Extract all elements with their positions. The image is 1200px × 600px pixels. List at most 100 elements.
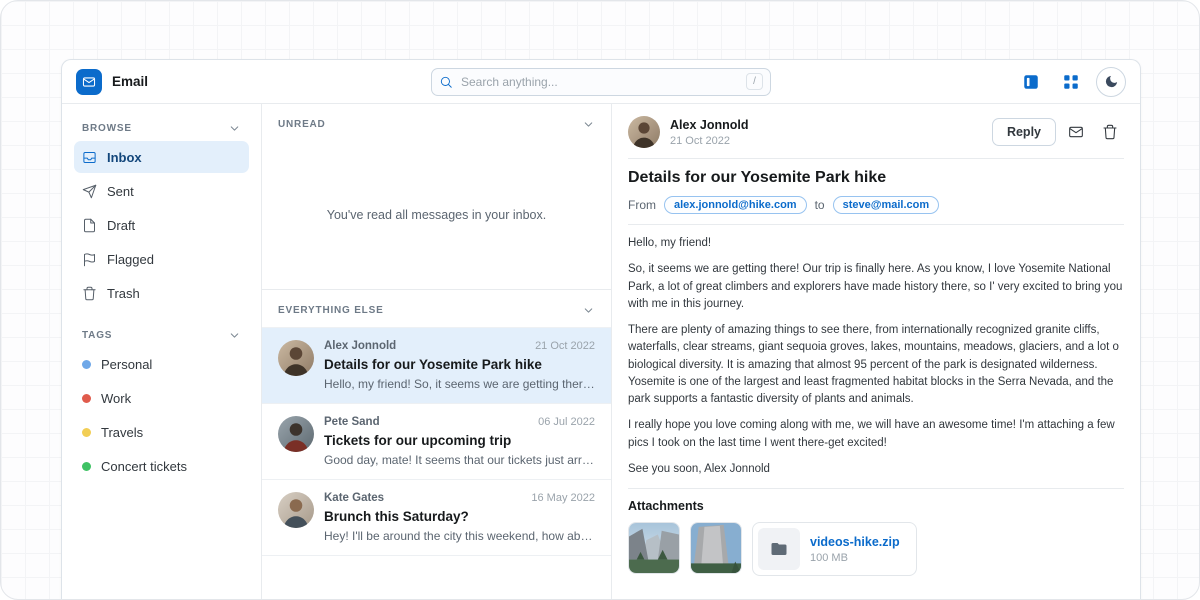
tag-label: Personal: [101, 357, 152, 372]
email-date: 21 Oct 2022: [535, 340, 595, 352]
tag-dot: [82, 360, 91, 369]
email-paragraph: I really hope you love coming along with…: [628, 417, 1124, 452]
email-sender: Kate Gates: [324, 492, 384, 504]
brand: Email: [76, 69, 148, 95]
app-header: Email /: [62, 60, 1140, 104]
trash-icon: [82, 286, 97, 301]
send-icon: [82, 184, 97, 199]
flag-icon: [82, 252, 97, 267]
email-paragraph: Hello, my friend!: [628, 235, 1124, 252]
sidebar-item-inbox[interactable]: Inbox: [74, 141, 249, 173]
browse-section-header[interactable]: BROWSE: [74, 116, 249, 141]
tag-dot: [82, 394, 91, 403]
everything-else-section-label: EVERYTHING ELSE: [278, 305, 384, 316]
from-email-chip[interactable]: alex.jonnold@hike.com: [664, 196, 807, 214]
chevron-down-icon: [228, 329, 241, 342]
detail-actions: Reply: [992, 118, 1124, 146]
email-list-item[interactable]: Alex Jonnold 21 Oct 2022 Details for our…: [262, 328, 611, 404]
attachment-file-name: videos-hike.zip: [810, 535, 900, 549]
tag-dot: [82, 428, 91, 437]
email-list-item[interactable]: Kate Gates 16 May 2022 Brunch this Satur…: [262, 480, 611, 556]
sidebar-item-label: Flagged: [107, 252, 154, 267]
draft-icon: [82, 218, 97, 233]
mail-icon: [1068, 124, 1084, 140]
attachment-file-size: 100 MB: [810, 552, 900, 564]
tag-label: Travels: [101, 425, 143, 440]
attachment-file-info: videos-hike.zip 100 MB: [810, 535, 900, 564]
tags-section-header[interactable]: TAGS: [74, 323, 249, 348]
grid-icon: [1062, 73, 1080, 91]
moon-icon: [1104, 74, 1119, 89]
email-title: Brunch this Saturday?: [324, 509, 595, 524]
panel-toggle-button[interactable]: [1016, 67, 1046, 97]
search-input[interactable]: [459, 74, 740, 90]
sidebar-item-draft[interactable]: Draft: [74, 209, 249, 241]
email-list: Alex Jonnold 21 Oct 2022 Details for our…: [262, 327, 611, 556]
browse-section-label: BROWSE: [82, 123, 132, 134]
email-item-content: Pete Sand 06 Jul 2022 Tickets for our up…: [324, 416, 595, 467]
attachment-file[interactable]: videos-hike.zip 100 MB: [752, 522, 917, 576]
email-item-content: Kate Gates 16 May 2022 Brunch this Satur…: [324, 492, 595, 543]
mark-unread-button[interactable]: [1062, 118, 1090, 146]
avatar: [278, 492, 314, 528]
sidebar-tag-travels[interactable]: Travels: [74, 416, 249, 448]
email-list-pane: UNREAD You've read all messages in your …: [262, 104, 612, 599]
attachment-photo-2[interactable]: [690, 522, 742, 574]
email-date: 06 Jul 2022: [538, 416, 595, 428]
email-list-item[interactable]: Pete Sand 06 Jul 2022 Tickets for our up…: [262, 404, 611, 480]
chevron-down-icon: [228, 122, 241, 135]
divider: [628, 158, 1124, 159]
chevron-down-icon: [582, 118, 595, 131]
from-to-row: From alex.jonnold@hike.com to steve@mail…: [628, 196, 1124, 214]
to-email-chip[interactable]: steve@mail.com: [833, 196, 940, 214]
tag-label: Concert tickets: [101, 459, 187, 474]
apps-grid-button[interactable]: [1056, 67, 1086, 97]
sidebar-item-trash[interactable]: Trash: [74, 277, 249, 309]
sidebar-tag-work[interactable]: Work: [74, 382, 249, 414]
email-app-window: Email /: [61, 59, 1141, 599]
sidebar-tag-personal[interactable]: Personal: [74, 348, 249, 380]
sidebar-tag-concert-tickets[interactable]: Concert tickets: [74, 450, 249, 482]
tag-label: Work: [101, 391, 131, 406]
unread-section-header[interactable]: UNREAD: [262, 104, 611, 141]
email-body: Hello, my friend! So, it seems we are ge…: [628, 235, 1124, 478]
to-label: to: [815, 198, 825, 212]
attachments-label: Attachments: [628, 499, 1124, 513]
email-detail-pane: Alex Jonnold 21 Oct 2022 Reply: [612, 104, 1140, 599]
sidebar: BROWSE Inbox Sent: [62, 104, 262, 599]
email-title: Tickets for our upcoming trip: [324, 433, 595, 448]
avatar: [278, 340, 314, 376]
email-paragraph: There are plenty of amazing things to se…: [628, 322, 1124, 408]
sidebar-item-sent[interactable]: Sent: [74, 175, 249, 207]
detail-sender-block: Alex Jonnold 21 Oct 2022: [670, 118, 748, 147]
unread-empty-message: You've read all messages in your inbox.: [262, 141, 611, 289]
sidebar-item-label: Draft: [107, 218, 135, 233]
chevron-down-icon: [582, 304, 595, 317]
inbox-icon: [82, 150, 97, 165]
attachments-row: videos-hike.zip 100 MB: [628, 522, 1124, 576]
email-item-content: Alex Jonnold 21 Oct 2022 Details for our…: [324, 340, 595, 391]
everything-else-section-header[interactable]: EVERYTHING ELSE: [262, 289, 611, 327]
email-snippet: Hey! I'll be around the city this weeken…: [324, 529, 595, 543]
app-body: BROWSE Inbox Sent: [62, 104, 1140, 599]
envelope-icon: [82, 75, 96, 89]
theme-toggle-button[interactable]: [1096, 67, 1126, 97]
sidebar-item-label: Trash: [107, 286, 140, 301]
reply-button[interactable]: Reply: [992, 118, 1056, 146]
desktop-background: Email /: [0, 0, 1200, 600]
email-logo: [76, 69, 102, 95]
from-label: From: [628, 198, 656, 212]
trash-icon: [1102, 124, 1118, 140]
attachment-photo-1[interactable]: [628, 522, 680, 574]
divider: [628, 488, 1124, 489]
email-date: 16 May 2022: [531, 492, 595, 504]
unread-section-label: UNREAD: [278, 119, 326, 130]
search-bar: /: [431, 68, 771, 96]
tags-group: TAGS Personal Work Travels: [74, 323, 249, 482]
email-subject: Details for our Yosemite Park hike: [628, 169, 1124, 187]
sidebar-item-flagged[interactable]: Flagged: [74, 243, 249, 275]
delete-button[interactable]: [1096, 118, 1124, 146]
detail-date: 21 Oct 2022: [670, 135, 748, 147]
search-shortcut-key: /: [746, 73, 763, 90]
sidebar-item-label: Inbox: [107, 150, 142, 165]
